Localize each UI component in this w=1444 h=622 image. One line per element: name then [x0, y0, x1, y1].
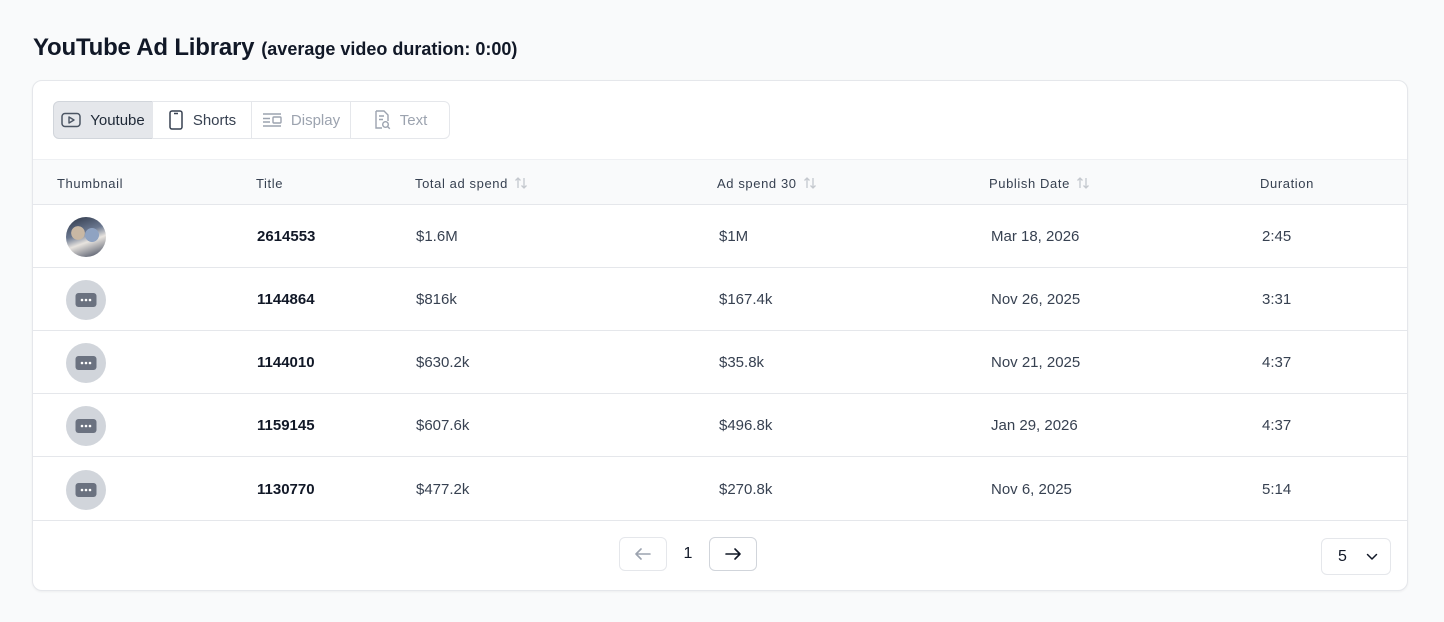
column-header-total-ad-spend[interactable]: Total ad spend — [415, 160, 528, 206]
thumbnail-cell[interactable] — [66, 205, 106, 268]
play-icon — [61, 112, 81, 128]
total-spend-cell: $1.6M — [416, 228, 458, 245]
arrow-right-icon — [725, 548, 741, 560]
title-cell[interactable]: 1144864 — [257, 268, 315, 331]
video-thumbnail[interactable] — [66, 405, 106, 446]
table-row[interactable]: 1130770 $477.2k $270.8k Nov 6, 2025 5:14 — [33, 458, 1407, 521]
spend-30-cell: $35.8k — [719, 354, 765, 371]
duration-cell: 4:37 — [1262, 417, 1292, 434]
tab-shorts-label: Shorts — [192, 111, 237, 129]
tab-shorts[interactable]: Shorts — [152, 101, 252, 139]
display-icon — [262, 113, 282, 127]
publish-date-cell: Nov 26, 2025 — [991, 291, 1081, 308]
video-thumbnail[interactable] — [66, 216, 106, 257]
next-page-button[interactable] — [709, 537, 757, 571]
page-subtitle: (average video duration: 0:00) — [261, 39, 518, 59]
title-cell[interactable]: 2614553 — [257, 205, 315, 268]
video-thumbnail[interactable] — [66, 279, 106, 320]
sort-icon[interactable] — [803, 176, 817, 190]
format-tabs: Youtube Shorts Display Text — [53, 101, 450, 139]
sort-icon[interactable] — [1076, 176, 1090, 190]
thumbnail-cell[interactable] — [66, 394, 106, 457]
page-heading: YouTube Ad Library (average video durati… — [33, 34, 517, 62]
duration-cell: 2:45 — [1262, 228, 1292, 245]
publish-date-cell: Mar 18, 2026 — [991, 228, 1080, 245]
text-search-icon — [375, 110, 391, 130]
pagination: 1 — [619, 537, 757, 571]
publish-date-cell: Nov 21, 2025 — [991, 354, 1081, 371]
title-cell[interactable]: 1130770 — [257, 458, 315, 521]
column-header-duration: Duration — [1260, 175, 1314, 191]
message-dots-icon — [75, 482, 97, 497]
current-page-number: 1 — [683, 545, 693, 562]
tab-display-label: Display — [290, 111, 341, 129]
phone-icon — [169, 110, 183, 130]
column-header-ad-spend-30[interactable]: Ad spend 30 — [717, 160, 817, 206]
total-spend-cell: $630.2k — [416, 354, 470, 371]
title-cell[interactable]: 1159145 — [257, 394, 315, 457]
page-size-value: 5 — [1338, 547, 1347, 565]
tab-youtube-label: Youtube — [90, 111, 145, 129]
duration-cell: 5:14 — [1262, 481, 1292, 498]
column-header-title: Title — [256, 175, 284, 191]
table-row[interactable]: 1144864 $816k $167.4k Nov 26, 2025 3:31 — [33, 268, 1407, 331]
column-header-thumbnail: Thumbnail — [57, 175, 124, 191]
message-dots-icon — [75, 418, 97, 433]
spend-30-cell: $1M — [719, 228, 749, 245]
publish-date-cell: Nov 6, 2025 — [991, 481, 1072, 498]
table-row[interactable]: 2614553 $1.6M $1M Mar 18, 2026 2:45 — [33, 205, 1407, 268]
column-header-publish-date[interactable]: Publish Date — [989, 160, 1090, 206]
thumbnail-cell[interactable] — [66, 331, 106, 394]
previous-page-button[interactable] — [619, 537, 667, 571]
arrow-left-icon — [635, 548, 651, 560]
thumbnail-cell[interactable] — [66, 268, 106, 331]
video-thumbnail[interactable] — [66, 469, 106, 510]
tab-text-label: Text — [399, 111, 428, 129]
sort-icon[interactable] — [514, 176, 528, 190]
publish-date-cell: Jan 29, 2026 — [991, 417, 1078, 434]
table-row[interactable]: 1144010 $630.2k $35.8k Nov 21, 2025 4:37 — [33, 331, 1407, 394]
total-spend-cell: $607.6k — [416, 417, 470, 434]
duration-cell: 4:37 — [1262, 354, 1292, 371]
tab-display[interactable]: Display — [251, 101, 351, 139]
tab-youtube[interactable]: Youtube — [53, 101, 153, 139]
total-spend-cell: $477.2k — [416, 481, 470, 498]
duration-cell: 3:31 — [1262, 291, 1292, 308]
thumbnail-cell[interactable] — [66, 458, 106, 521]
message-dots-icon — [75, 292, 97, 307]
total-spend-cell: $816k — [416, 291, 457, 308]
tab-text[interactable]: Text — [350, 101, 450, 139]
title-cell[interactable]: 1144010 — [257, 331, 315, 394]
table-header: Thumbnail Title Total ad spend Ad spend … — [33, 159, 1407, 205]
message-dots-icon — [75, 355, 97, 370]
spend-30-cell: $167.4k — [719, 291, 773, 308]
spend-30-cell: $496.8k — [719, 417, 773, 434]
spend-30-cell: $270.8k — [719, 481, 773, 498]
chevron-down-icon — [1366, 553, 1378, 560]
table-row[interactable]: 1159145 $607.6k $496.8k Jan 29, 2026 4:3… — [33, 394, 1407, 457]
ad-library-card: Youtube Shorts Display Text Thumbnail Ti… — [32, 80, 1408, 591]
video-thumbnail[interactable] — [66, 342, 106, 383]
page-title: YouTube Ad Library — [33, 34, 255, 61]
page-size-select[interactable]: 5 — [1321, 538, 1391, 575]
